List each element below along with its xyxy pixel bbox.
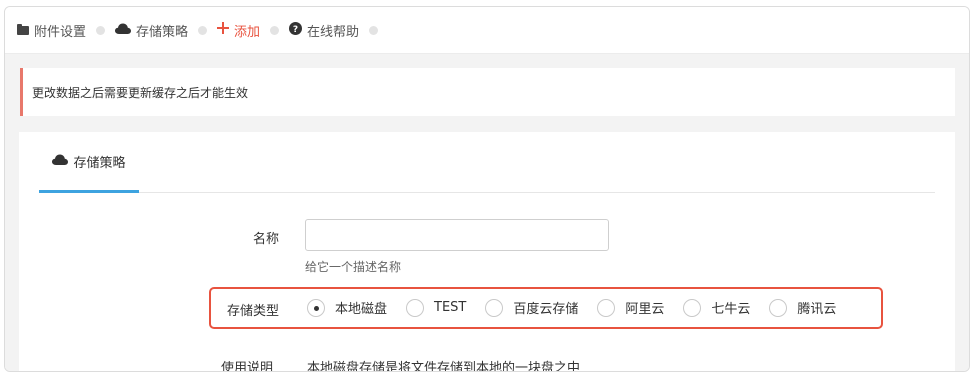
radio-button-selected[interactable] [307, 298, 325, 317]
tab-label: 存储策略 [73, 155, 126, 171]
breadcrumb-attachment-settings[interactable]: 附件设置 [17, 21, 86, 40]
tab-bar: 存储策略 [39, 132, 935, 193]
folder-icon [17, 23, 29, 35]
cloud-icon [115, 23, 132, 38]
breadcrumb-separator [369, 25, 379, 35]
name-input[interactable] [305, 219, 609, 251]
radio-baidu-cloud[interactable]: 百度云存储 [485, 298, 578, 317]
usage-row: 使用说明 本地磁盘存储是将文件存储到本地的一块盘之中 [19, 356, 955, 372]
radio-button[interactable] [683, 298, 702, 317]
breadcrumb-separator [198, 25, 208, 35]
breadcrumb-separator [96, 25, 106, 35]
usage-text: 本地磁盘存储是将文件存储到本地的一块盘之中 [307, 361, 581, 372]
radio-label: 阿里云 [625, 302, 665, 317]
name-hint: 给它一个描述名称 [305, 260, 402, 274]
radio-button[interactable] [597, 298, 616, 317]
radio-label: TEST [434, 300, 467, 315]
radio-button[interactable] [485, 298, 504, 317]
radio-label: 本地磁盘 [335, 302, 388, 317]
name-label: 名称 [252, 232, 279, 247]
radio-label: 七牛云 [711, 302, 751, 317]
radio-local-disk[interactable]: 本地磁盘 [307, 298, 387, 317]
radio-aliyun[interactable]: 阿里云 [597, 298, 664, 317]
breadcrumb-label: 在线帮助 [307, 24, 360, 40]
breadcrumb-label: 附件设置 [34, 24, 87, 40]
radio-label: 腾讯云 [797, 302, 837, 317]
notice-text: 更改数据之后需要更新缓存之后才能生效 [32, 85, 249, 100]
cache-notice: 更改数据之后需要更新缓存之后才能生效 [20, 68, 955, 116]
svg-text:?: ? [293, 25, 298, 35]
window-frame: 附件设置 存储策略 添加 ? 在线帮助 更改数据之后需要更新缓存之后才能生效 存… [4, 6, 970, 372]
storage-type-label: 存储类型 [226, 304, 279, 319]
breadcrumb-separator [270, 25, 280, 35]
help-circle-icon: ? [289, 21, 303, 39]
usage-label: 使用说明 [221, 361, 274, 372]
plus-icon [217, 22, 230, 38]
radio-qiniu[interactable]: 七牛云 [683, 298, 750, 317]
storage-policy-panel: 存储策略 名称 给它一个描述名称 存储类型 本地磁盘 TEST 百度云存储 阿里… [19, 132, 955, 372]
radio-button[interactable] [406, 298, 425, 317]
cloud-icon [52, 154, 69, 169]
radio-label: 百度云存储 [513, 302, 579, 317]
storage-type-radio-group: 本地磁盘 TEST 百度云存储 阿里云 七牛云 腾讯云 [307, 298, 855, 317]
main-content: 更改数据之后需要更新缓存之后才能生效 存储策略 名称 给它一个描述名称 存储类型 [5, 54, 969, 372]
radio-tencent-cloud[interactable]: 腾讯云 [769, 298, 836, 317]
radio-button[interactable] [769, 298, 788, 317]
tab-storage-policy[interactable]: 存储策略 [39, 132, 139, 193]
breadcrumb-add[interactable]: 添加 [217, 21, 260, 40]
breadcrumb-storage-policy[interactable]: 存储策略 [115, 21, 188, 40]
breadcrumb: 附件设置 存储策略 添加 ? 在线帮助 [5, 7, 969, 54]
breadcrumb-label: 添加 [234, 24, 261, 40]
breadcrumb-label: 存储策略 [136, 24, 189, 40]
breadcrumb-online-help[interactable]: ? 在线帮助 [289, 21, 359, 40]
radio-test[interactable]: TEST [406, 298, 467, 317]
